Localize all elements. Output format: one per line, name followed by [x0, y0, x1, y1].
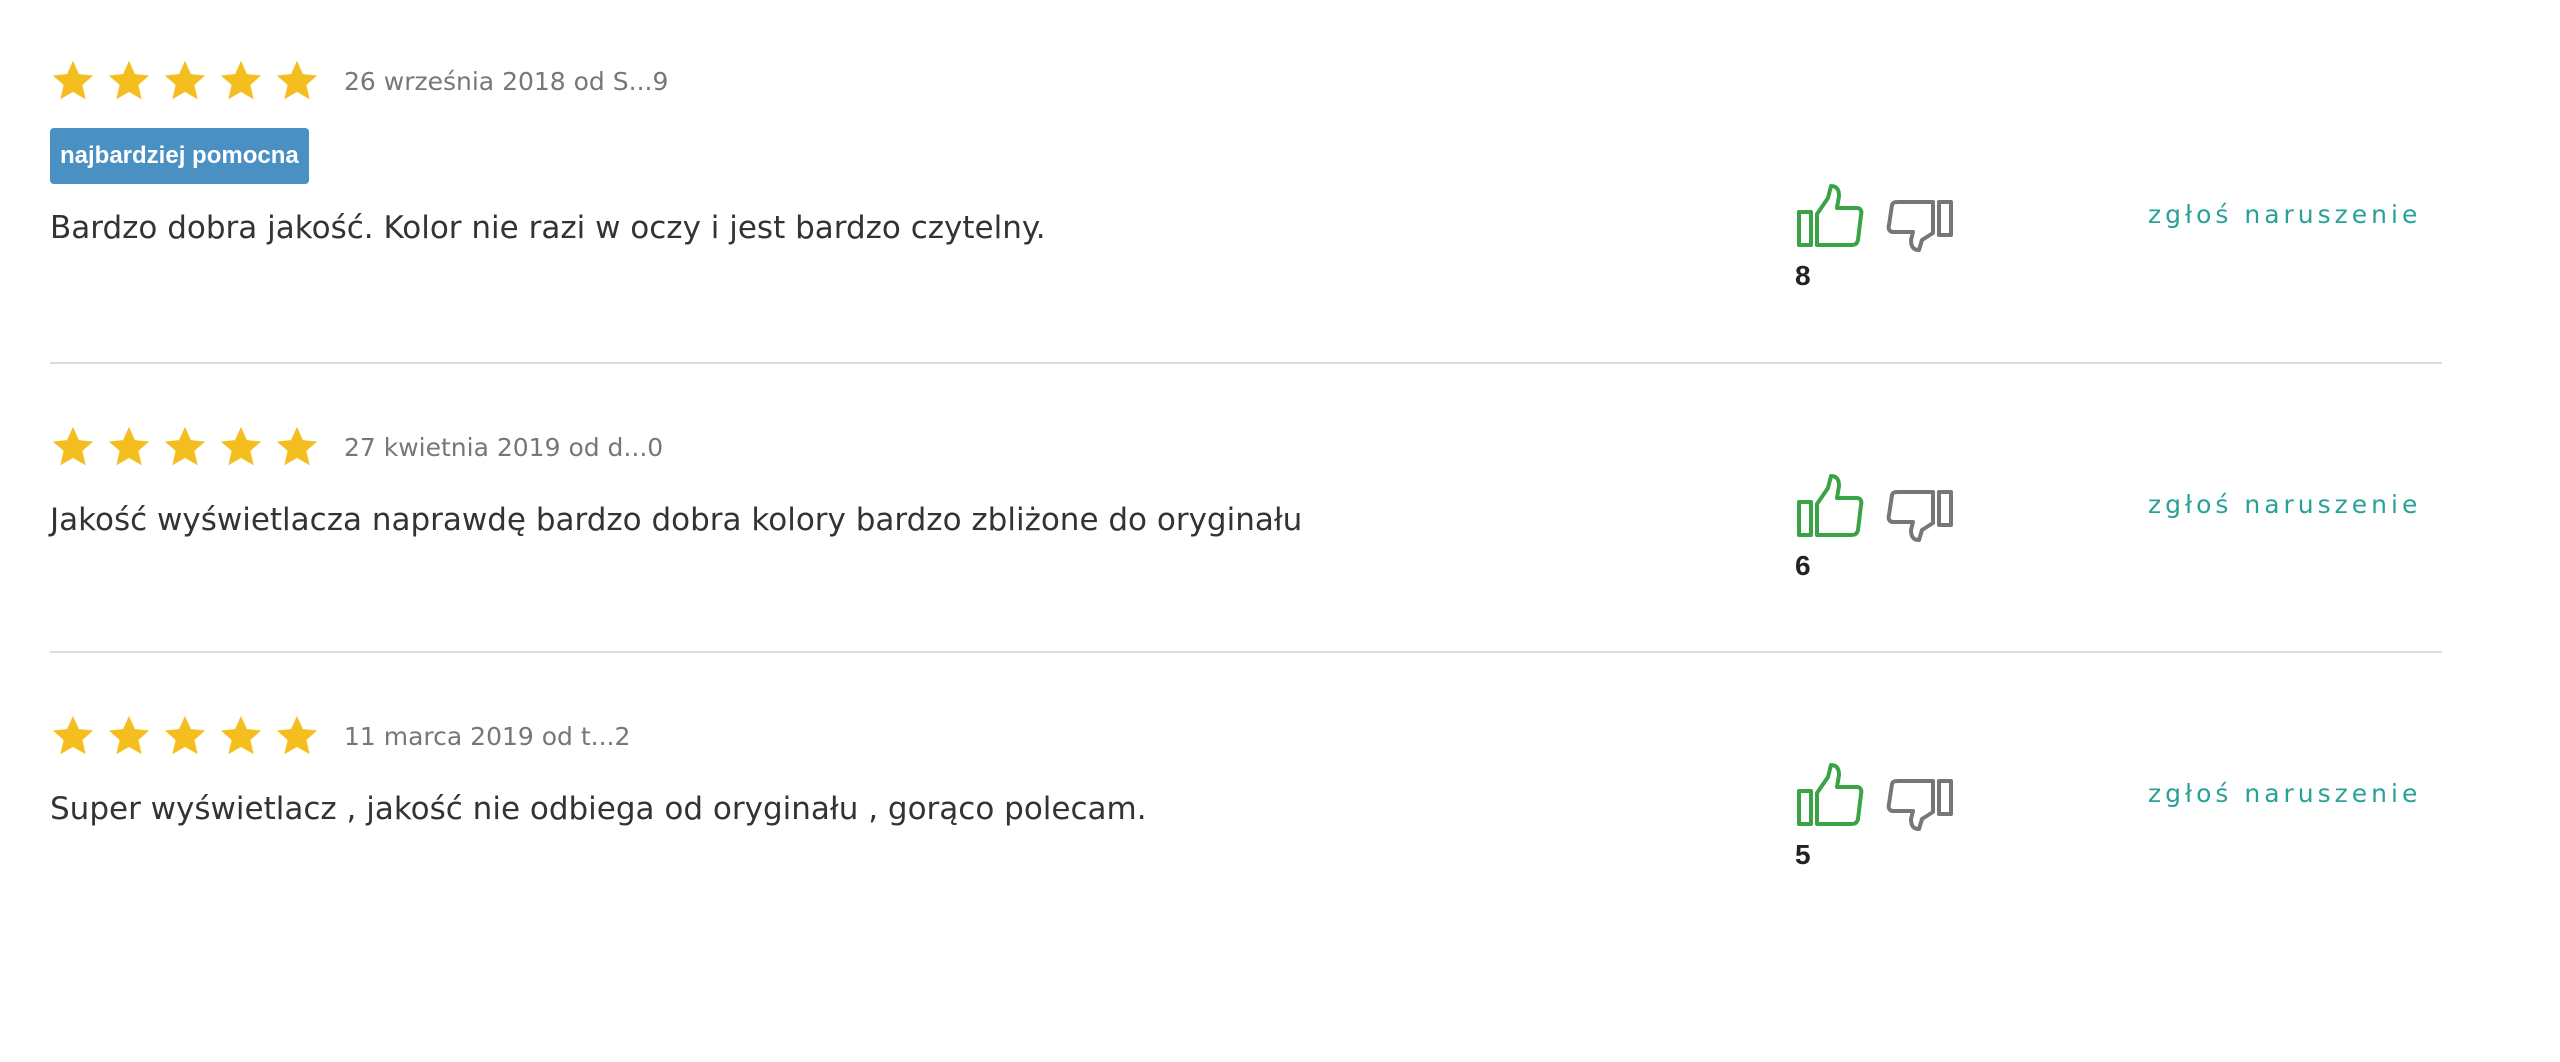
star-icon [50, 713, 96, 759]
vote-controls: 8 [1795, 182, 2035, 292]
review-text: Bardzo dobra jakość. Kolor nie razi w oc… [50, 210, 1046, 246]
star-icon [162, 713, 208, 759]
star-icon [106, 713, 152, 759]
review-item: 26 września 2018 od S...9 najbardziej po… [50, 0, 2442, 292]
star-rating [50, 713, 330, 759]
star-icon [274, 713, 320, 759]
report-abuse-link[interactable]: zgłoś naruszenie [2148, 200, 2421, 229]
star-icon [218, 424, 264, 470]
star-icon [50, 58, 96, 104]
helpful-count: 5 [1795, 839, 1811, 870]
review-text: Jakość wyświetlacza naprawdę bardzo dobr… [50, 502, 1303, 538]
review-header: 27 kwietnia 2019 od d...0 [50, 424, 663, 470]
thumbs-down-icon[interactable] [1885, 182, 1955, 252]
thumbs-up-icon[interactable] [1795, 182, 1865, 252]
star-icon [218, 58, 264, 104]
thumbs-up-icon[interactable] [1795, 761, 1865, 831]
vote-controls: 6 [1795, 472, 2035, 582]
review-header: 11 marca 2019 od t...2 [50, 713, 630, 759]
review-text: Super wyświetlacz , jakość nie odbiega o… [50, 791, 1147, 827]
review-item: 27 kwietnia 2019 od d...0 Jakość wyświet… [50, 364, 2442, 651]
star-rating [50, 58, 330, 104]
review-header: 26 września 2018 od S...9 [50, 58, 668, 104]
star-rating [50, 424, 330, 470]
star-icon [218, 713, 264, 759]
star-icon [162, 424, 208, 470]
reviews-list: 26 września 2018 od S...9 najbardziej po… [50, 0, 2442, 292]
star-icon [50, 424, 96, 470]
report-abuse-link[interactable]: zgłoś naruszenie [2148, 779, 2421, 808]
review-meta: 27 kwietnia 2019 od d...0 [344, 432, 664, 462]
star-icon [106, 424, 152, 470]
thumbs-down-icon[interactable] [1885, 761, 1955, 831]
helpful-count: 8 [1795, 260, 1811, 291]
thumbs-down-icon[interactable] [1885, 472, 1955, 542]
review-meta: 26 września 2018 od S...9 [344, 66, 669, 96]
review-item: 11 marca 2019 od t...2 Super wyświetlacz… [50, 653, 2442, 953]
star-icon [274, 58, 320, 104]
review-meta: 11 marca 2019 od t...2 [344, 721, 631, 751]
star-icon [274, 424, 320, 470]
helpful-count: 6 [1795, 550, 1811, 581]
star-icon [162, 58, 208, 104]
vote-controls: 5 [1795, 761, 2035, 871]
star-icon [106, 58, 152, 104]
thumbs-up-icon[interactable] [1795, 472, 1865, 542]
most-helpful-badge: najbardziej pomocna [50, 128, 309, 184]
report-abuse-link[interactable]: zgłoś naruszenie [2148, 490, 2421, 519]
